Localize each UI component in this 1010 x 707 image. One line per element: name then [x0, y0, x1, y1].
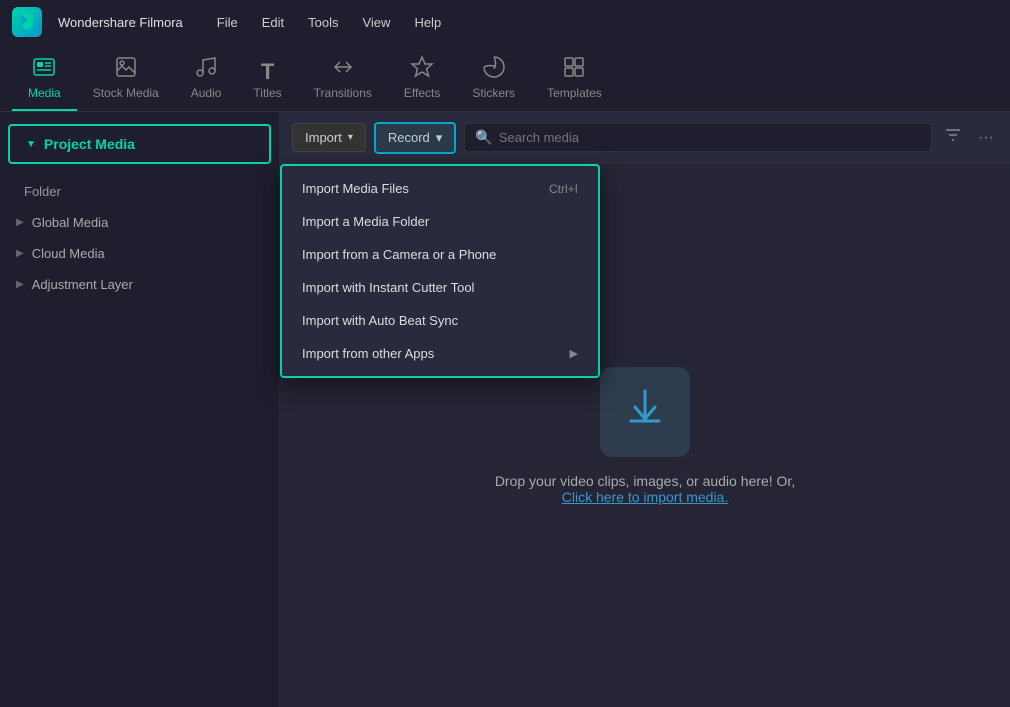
tab-stock-media[interactable]: Stock Media	[77, 47, 175, 111]
dropdown-import-other-apps[interactable]: Import from other Apps ▶	[282, 337, 598, 370]
download-icon	[621, 383, 669, 441]
dropdown-import-camera[interactable]: Import from a Camera or a Phone	[282, 238, 598, 271]
tab-stock-label: Stock Media	[93, 87, 159, 99]
record-button[interactable]: Record ▾	[374, 122, 456, 154]
import-other-apps-label: Import from other Apps	[302, 346, 434, 361]
other-apps-arrow: ▶	[570, 347, 578, 360]
tab-titles[interactable]: T Titles	[237, 53, 297, 111]
tab-effects[interactable]: Effects	[388, 47, 456, 111]
menu-bar: File Edit Tools View Help	[207, 11, 451, 34]
import-auto-beat-label: Import with Auto Beat Sync	[302, 313, 458, 328]
drop-text: Drop your video clips, images, or audio …	[495, 473, 795, 505]
tab-templates[interactable]: Templates	[531, 47, 618, 111]
main-layout: ▼ Project Media Folder ▶ Global Media ▶ …	[0, 112, 1010, 707]
dropdown-import-auto-beat[interactable]: Import with Auto Beat Sync	[282, 304, 598, 337]
import-button[interactable]: Import ▾	[292, 123, 366, 152]
import-label: Import	[305, 130, 342, 145]
tab-effects-label: Effects	[404, 87, 440, 99]
import-media-files-label: Import Media Files	[302, 181, 409, 196]
menu-file[interactable]: File	[207, 11, 248, 34]
project-media-title: Project Media	[44, 136, 135, 152]
dropdown-import-folder[interactable]: Import a Media Folder	[282, 205, 598, 238]
tab-audio-label: Audio	[191, 87, 222, 99]
transitions-icon	[331, 55, 355, 83]
import-instant-cutter-label: Import with Instant Cutter Tool	[302, 280, 474, 295]
toolbar-right: ···	[940, 122, 998, 153]
global-media-arrow: ▶	[16, 217, 24, 228]
filter-icon[interactable]	[940, 122, 966, 153]
tab-media[interactable]: Media	[12, 47, 77, 111]
top-nav: Media Stock Media Audio T Titles	[0, 44, 1010, 112]
more-options-icon[interactable]: ···	[974, 125, 998, 151]
tab-transitions-label: Transitions	[314, 87, 372, 99]
menu-edit[interactable]: Edit	[252, 11, 294, 34]
import-chevron: ▾	[348, 132, 353, 143]
global-media-label: Global Media	[32, 215, 109, 230]
dropdown-import-media-files[interactable]: Import Media Files Ctrl+I	[282, 172, 598, 205]
drop-icon-box	[600, 367, 690, 457]
media-icon	[32, 55, 56, 83]
adjustment-layer-arrow: ▶	[16, 279, 24, 290]
sidebar: ▼ Project Media Folder ▶ Global Media ▶ …	[0, 112, 280, 707]
tab-transitions[interactable]: Transitions	[298, 47, 388, 111]
drop-description: Drop your video clips, images, or audio …	[495, 473, 795, 489]
tab-templates-label: Templates	[547, 87, 602, 99]
sidebar-item-adjustment-layer[interactable]: ▶ Adjustment Layer	[0, 269, 279, 300]
sidebar-sub-items: Folder ▶ Global Media ▶ Cloud Media ▶ Ad…	[0, 168, 279, 308]
import-camera-label: Import from a Camera or a Phone	[302, 247, 496, 262]
tab-stickers-label: Stickers	[472, 87, 515, 99]
titlebar: Wondershare Filmora File Edit Tools View…	[0, 0, 1010, 44]
record-label: Record	[388, 130, 430, 145]
sidebar-item-global-media[interactable]: ▶ Global Media	[0, 207, 279, 238]
record-chevron: ▾	[436, 130, 443, 146]
stickers-icon	[482, 55, 506, 83]
tab-audio[interactable]: Audio	[175, 47, 238, 111]
app-name: Wondershare Filmora	[58, 15, 183, 30]
project-media-header[interactable]: ▼ Project Media	[8, 124, 271, 164]
sidebar-item-cloud-media[interactable]: ▶ Cloud Media	[0, 238, 279, 269]
adjustment-layer-label: Adjustment Layer	[32, 277, 133, 292]
content-area: Import ▾ Record ▾ 🔍 ···	[280, 112, 1010, 707]
project-media-arrow: ▼	[26, 139, 36, 150]
dropdown-import-instant-cutter[interactable]: Import with Instant Cutter Tool	[282, 271, 598, 304]
tab-titles-label: Titles	[253, 87, 281, 99]
import-dropdown: Import Media Files Ctrl+I Import a Media…	[280, 164, 600, 378]
menu-view[interactable]: View	[352, 11, 400, 34]
cloud-media-arrow: ▶	[16, 248, 24, 259]
sidebar-folder[interactable]: Folder	[0, 176, 279, 207]
stock-media-icon	[114, 55, 138, 83]
effects-icon	[410, 55, 434, 83]
app-logo	[12, 7, 42, 37]
import-folder-label: Import a Media Folder	[302, 214, 429, 229]
cloud-media-label: Cloud Media	[32, 246, 105, 261]
import-media-shortcut: Ctrl+I	[549, 182, 578, 196]
search-icon: 🔍	[475, 129, 492, 146]
tab-media-label: Media	[28, 87, 61, 99]
titles-icon: T	[261, 61, 274, 83]
search-box: 🔍	[464, 123, 932, 152]
search-input[interactable]	[499, 130, 921, 145]
menu-help[interactable]: Help	[404, 11, 451, 34]
content-toolbar: Import ▾ Record ▾ 🔍 ···	[280, 112, 1010, 164]
menu-tools[interactable]: Tools	[298, 11, 348, 34]
tab-stickers[interactable]: Stickers	[456, 47, 531, 111]
templates-icon	[562, 55, 586, 83]
drop-link[interactable]: Click here to import media.	[562, 489, 729, 505]
audio-icon	[194, 55, 218, 83]
